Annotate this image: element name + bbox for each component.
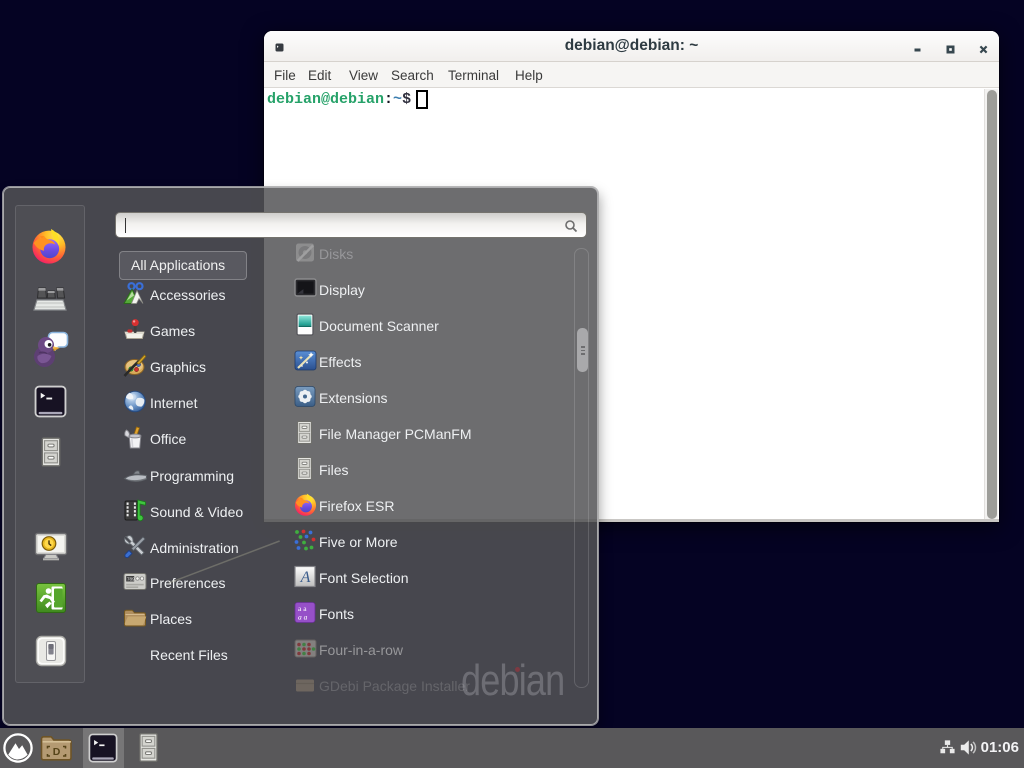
- svg-text:a a: a a: [298, 613, 308, 622]
- svg-text:D: D: [53, 746, 61, 758]
- svg-text:789: 789: [127, 577, 135, 582]
- svg-text:A: A: [300, 569, 311, 586]
